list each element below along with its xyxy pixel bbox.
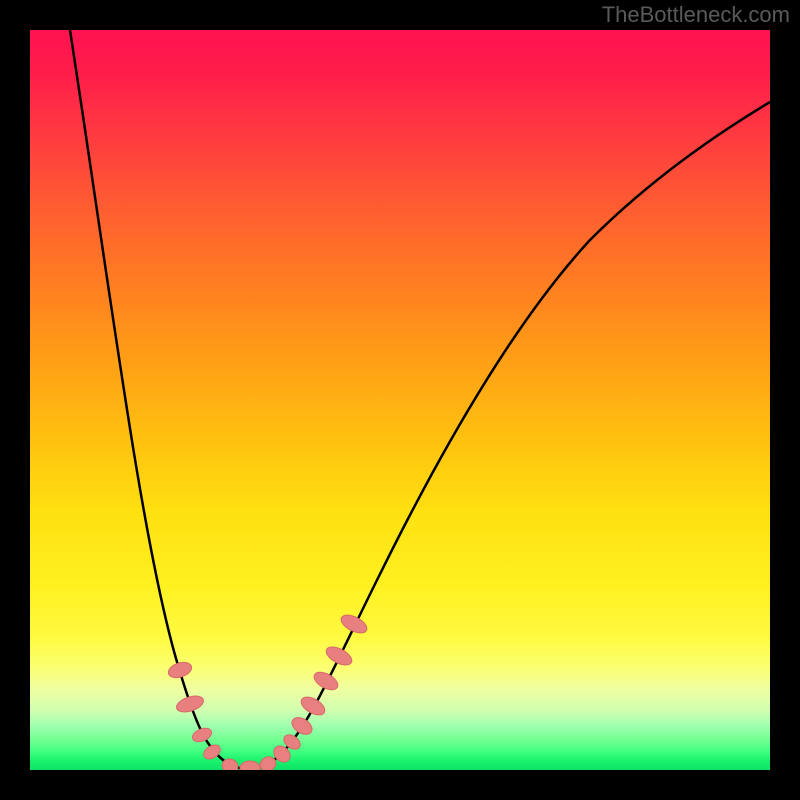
chart-svg <box>30 30 770 770</box>
data-markers <box>166 611 369 770</box>
data-marker <box>240 761 260 770</box>
data-marker <box>323 643 354 669</box>
attribution-text: TheBottleneck.com <box>602 2 790 28</box>
data-marker <box>338 611 369 636</box>
data-marker <box>311 669 341 694</box>
data-marker <box>289 714 315 738</box>
data-marker <box>201 742 223 762</box>
data-marker <box>175 693 206 715</box>
data-marker <box>190 726 213 745</box>
bottleneck-curve <box>70 30 770 769</box>
data-marker <box>298 693 328 718</box>
data-marker <box>166 660 193 681</box>
plot-area <box>30 30 770 770</box>
